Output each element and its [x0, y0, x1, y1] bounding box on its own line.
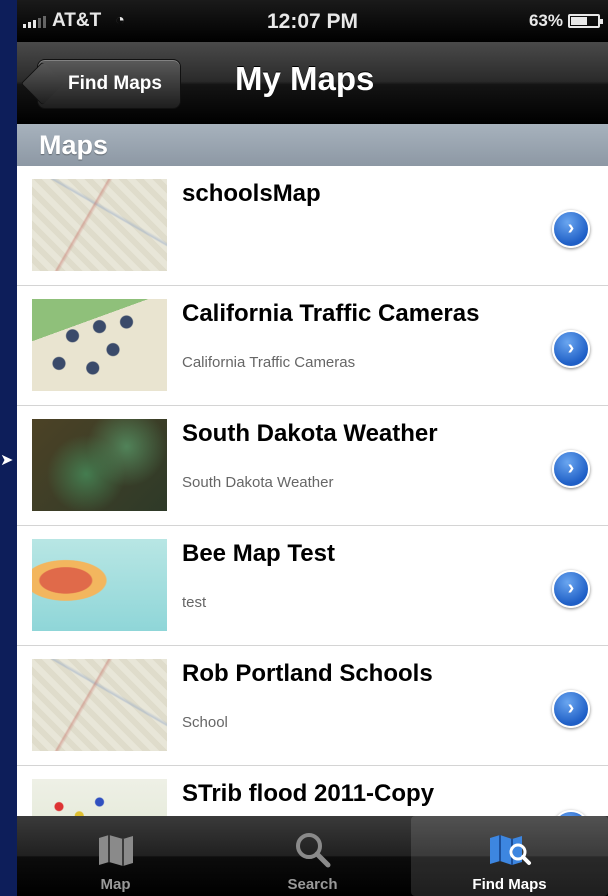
tab-search-label: Search	[287, 876, 338, 893]
status-time: 12:07 PM	[266, 10, 359, 33]
navigation-bar: Find Maps My Maps	[17, 42, 608, 125]
map-title: South Dakota Weather	[182, 420, 438, 447]
tab-search[interactable]: Search	[214, 816, 411, 896]
tab-map[interactable]: Map	[17, 816, 214, 896]
list-item[interactable]: Rob Portland Schools School ›	[17, 646, 608, 766]
chevron-right-icon: ›	[567, 697, 575, 719]
map-thumbnail	[32, 659, 167, 751]
list-item[interactable]: schoolsMap ›	[17, 166, 608, 286]
map-thumbnail	[32, 419, 167, 511]
map-subtitle: California Traffic Cameras	[182, 354, 356, 371]
status-bar: AT&T ◔ 12:07 PM 63%	[17, 0, 608, 42]
map-thumbnail	[32, 179, 167, 271]
battery-level	[571, 17, 587, 25]
chevron-right-icon: ›	[567, 217, 575, 239]
map-title: Rob Portland Schools	[182, 660, 433, 687]
section-header: Maps	[17, 124, 608, 166]
battery-group: 63%	[528, 11, 603, 31]
chevron-right-icon: ›	[567, 457, 575, 479]
disclosure-button[interactable]: ›	[552, 330, 590, 368]
list-item[interactable]: California Traffic Cameras California Tr…	[17, 286, 608, 406]
phone-screen: AT&T ◔ 12:07 PM 63% Find Maps My Maps Ma…	[17, 0, 608, 896]
map-title: schoolsMap	[182, 180, 321, 207]
disclosure-button[interactable]: ›	[552, 570, 590, 608]
disclosure-button[interactable]: ›	[552, 210, 590, 248]
back-button-label: Find Maps	[68, 73, 162, 94]
tab-find-maps[interactable]: Find Maps	[411, 816, 608, 896]
map-title: California Traffic Cameras	[182, 300, 480, 327]
tab-map-label: Map	[100, 876, 131, 893]
list-item[interactable]: South Dakota Weather South Dakota Weathe…	[17, 406, 608, 526]
section-header-label: Maps	[39, 130, 109, 160]
map-subtitle: test	[182, 594, 207, 611]
map-icon	[17, 830, 214, 870]
map-thumbnail	[32, 539, 167, 631]
map-thumbnail	[32, 779, 167, 816]
page-title: My Maps	[235, 60, 375, 97]
tab-bar: Map Search Find Maps	[17, 816, 608, 896]
map-subtitle: South Dakota Weather	[182, 474, 334, 491]
map-thumbnail	[32, 299, 167, 391]
pointer-arrow-icon: ➤	[0, 452, 14, 469]
list-item[interactable]: Bee Map Test test ›	[17, 526, 608, 646]
list-item[interactable]: STrib flood 2011-Copy ›	[17, 766, 608, 816]
maps-list[interactable]: schoolsMap › California Traffic Cameras …	[17, 166, 608, 816]
disclosure-button[interactable]: ›	[552, 450, 590, 488]
tab-find-maps-label: Find Maps	[472, 876, 547, 893]
battery-icon	[568, 14, 603, 28]
map-subtitle: School	[182, 714, 228, 731]
chevron-right-icon: ›	[567, 577, 575, 599]
battery-percent: 63%	[528, 11, 563, 30]
find-maps-back-button[interactable]: Find Maps	[37, 59, 181, 109]
chevron-right-icon: ›	[567, 337, 575, 359]
map-title: STrib flood 2011-Copy	[182, 780, 435, 807]
search-icon	[214, 830, 411, 870]
disclosure-button[interactable]: ›	[552, 690, 590, 728]
map-title: Bee Map Test	[182, 540, 335, 567]
find-maps-icon	[411, 830, 608, 870]
